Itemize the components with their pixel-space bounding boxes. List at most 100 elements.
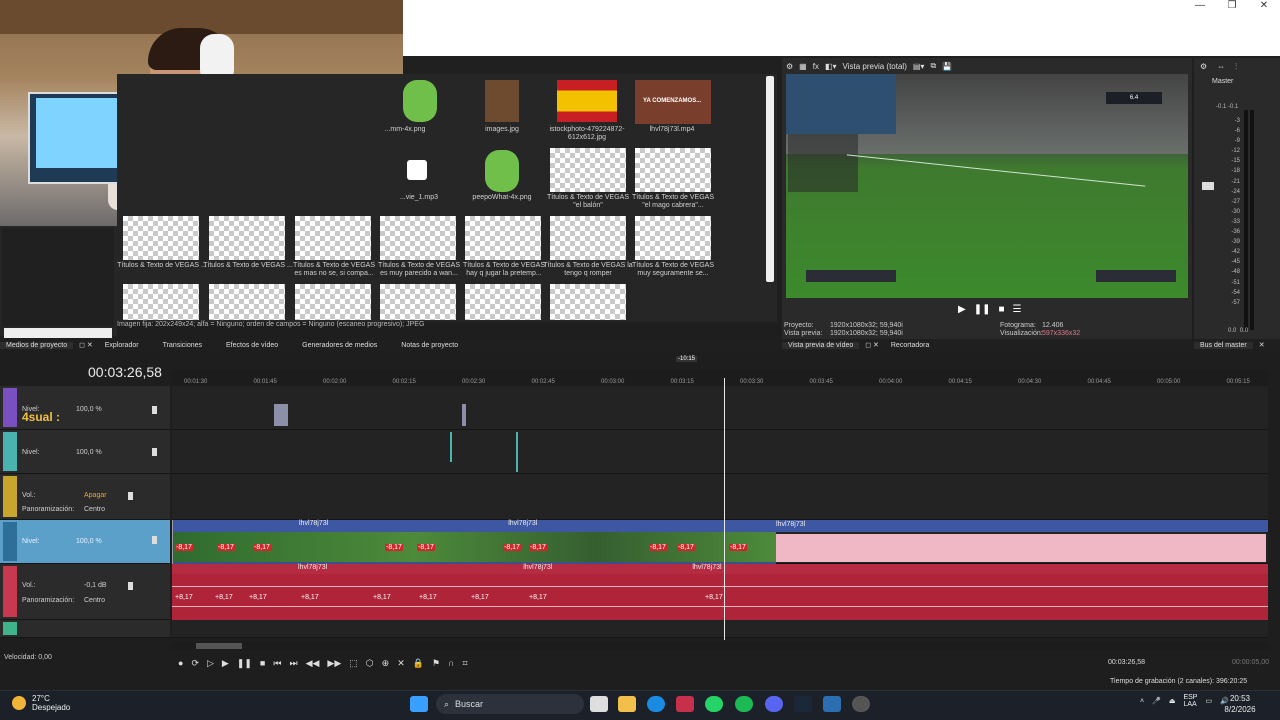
tab-trimmer[interactable]: Recortadora [885, 342, 936, 349]
tab-video-preview[interactable]: Vista previa de vídeo [782, 341, 860, 349]
level-slider[interactable] [152, 536, 157, 544]
zoom-icon[interactable]: ⊕ [382, 658, 390, 669]
stop-icon[interactable]: ■ [998, 304, 1004, 315]
spotify-icon[interactable] [735, 696, 753, 712]
maximize-button[interactable]: ❐ [1216, 0, 1248, 14]
record-icon[interactable]: ● [178, 658, 183, 668]
tab-master-bus[interactable]: Bus del master [1194, 341, 1253, 349]
audio-file-icon[interactable] [407, 160, 427, 180]
grid-icon[interactable]: ▦ [799, 62, 807, 71]
tab-project-media[interactable]: Medios de proyecto [0, 341, 74, 349]
steam-icon[interactable] [794, 696, 812, 712]
go-end-icon[interactable]: ⏭ [289, 658, 297, 669]
obs-icon[interactable] [852, 696, 870, 712]
title-thumb[interactable] [380, 216, 456, 260]
title-thumb[interactable] [550, 216, 626, 260]
tab-pin-icon[interactable]: ◻ ✕ [73, 341, 99, 349]
tab-video-effects[interactable]: Efectos de vídeo [208, 342, 284, 349]
go-start-icon[interactable]: ⏮ [273, 658, 281, 669]
pause-icon[interactable]: ❚❚ [237, 658, 252, 669]
track-6[interactable] [172, 620, 1268, 638]
volume-slider[interactable] [128, 582, 133, 590]
copy-icon[interactable]: ⧉ [930, 61, 936, 71]
volume-slider[interactable] [128, 492, 133, 500]
selected-region[interactable] [776, 534, 1266, 562]
track-header-3[interactable]: Vol.: Apagar Panoramización: Centro [0, 474, 170, 520]
master-fader[interactable] [1202, 182, 1214, 190]
envelope-icon[interactable]: ⬡ [366, 658, 374, 669]
pause-icon[interactable]: ❚❚ [974, 304, 991, 315]
play-from-start-icon[interactable]: ▷ [207, 658, 214, 669]
overlay-icon[interactable]: ▤▾ [913, 62, 925, 71]
vegas-pro-icon[interactable] [823, 696, 841, 712]
play-icon[interactable]: ▶ [958, 304, 966, 315]
media-thumb[interactable] [485, 150, 519, 192]
preview-quality-select[interactable]: Vista previa (total) [843, 62, 907, 71]
close-button[interactable]: ✕ [1248, 0, 1280, 14]
gear-icon[interactable]: ⚙ [1200, 62, 1207, 72]
media-thumb[interactable]: YA COMENZAMOS... [635, 80, 711, 124]
media-thumb[interactable] [403, 80, 437, 122]
minimize-button[interactable]: — [1184, 0, 1216, 14]
tab-project-notes[interactable]: Notas de proyecto [383, 342, 464, 349]
stop-icon[interactable]: ■ [260, 658, 265, 668]
taskbar-clock[interactable]: 20:53 8/2/2026 [1222, 693, 1258, 715]
title-thumb[interactable] [635, 148, 711, 192]
grid-icon[interactable]: ⌗ [463, 658, 468, 669]
playhead-cursor[interactable] [724, 378, 725, 640]
title-thumb[interactable] [465, 216, 541, 260]
left-scrollbar[interactable] [4, 328, 112, 338]
loop-icon[interactable]: ⟳ [191, 658, 199, 669]
track-header-1[interactable]: Nivel: 100,0 % 4sual : [0, 386, 170, 430]
menu-icon[interactable]: ☰ [1013, 304, 1022, 315]
image-event[interactable] [516, 432, 518, 472]
fx-icon[interactable]: fx [813, 62, 819, 71]
arrows-icon[interactable]: ⇔ [1217, 62, 1225, 72]
title-thumb[interactable] [380, 284, 456, 320]
vegas-icon[interactable] [676, 696, 694, 712]
title-thumb[interactable] [209, 284, 285, 320]
windows-start-icon[interactable] [410, 696, 428, 712]
title-event[interactable] [462, 404, 466, 426]
whatsapp-icon[interactable] [705, 696, 723, 712]
title-event[interactable] [274, 404, 288, 426]
title-thumb[interactable] [295, 284, 371, 320]
marker-icon[interactable]: ⚑ [432, 658, 440, 669]
track-5[interactable]: lhvl78j73l lhvl78j73l lhvl78j73l +8,17 +8,… [172, 564, 1268, 620]
snap-icon[interactable]: ∩ [448, 658, 454, 668]
track-3[interactable] [172, 474, 1268, 520]
weather-widget[interactable]: 27°C Despejado [12, 694, 70, 712]
play-icon[interactable]: ▶ [222, 658, 229, 669]
save-icon[interactable]: 💾 [942, 62, 952, 71]
level-slider[interactable] [152, 448, 157, 456]
audio-clip[interactable]: lhvl78j73l lhvl78j73l lhvl78j73l +8,17 +8,… [172, 564, 1268, 620]
prev-frame-icon[interactable]: ◀◀ [306, 658, 320, 669]
track-2[interactable] [172, 430, 1268, 474]
edge-icon[interactable] [647, 696, 665, 712]
usb-icon[interactable]: ⏏ [1169, 697, 1176, 705]
tab-transitions[interactable]: Transiciones [145, 342, 208, 349]
tab-media-generators[interactable]: Generadores de medios [284, 342, 383, 349]
language-indicator[interactable]: ESP LAA [1183, 694, 1197, 708]
level-slider[interactable] [152, 406, 157, 414]
tab-explorer[interactable]: Explorador [99, 342, 145, 349]
mixer-icon[interactable]: ⫶ [1235, 62, 1237, 72]
split-icon[interactable]: ◧▾ [825, 62, 837, 71]
title-thumb[interactable] [123, 216, 199, 260]
next-frame-icon[interactable]: ▶▶ [327, 658, 341, 669]
title-thumb[interactable] [295, 216, 371, 260]
gear-icon[interactable]: ⚙ [786, 62, 793, 71]
title-thumb[interactable] [550, 148, 626, 192]
media-scrollbar[interactable] [766, 76, 774, 282]
normal-edit-icon[interactable]: ⬚ [349, 658, 358, 669]
track-header-4[interactable]: Nivel: 100,0 % [0, 520, 170, 564]
taskbar-search[interactable]: ⌕ Buscar [436, 694, 584, 714]
chevron-up-icon[interactable]: ˄ [1140, 698, 1144, 705]
discord-icon[interactable] [765, 696, 783, 712]
timeline-ruler[interactable]: 00:01:30 00:01:45 00:02:00 00:02:15 00:02:30… [172, 370, 1268, 386]
track-header-5[interactable]: Vol.: -0,1 dB Panoramización: Centro [0, 564, 170, 620]
track-header-6[interactable] [0, 620, 170, 638]
delete-icon[interactable]: ✕ [397, 658, 405, 669]
monitor-icon[interactable]: ▭ [1205, 697, 1212, 705]
media-thumb[interactable] [557, 80, 617, 122]
